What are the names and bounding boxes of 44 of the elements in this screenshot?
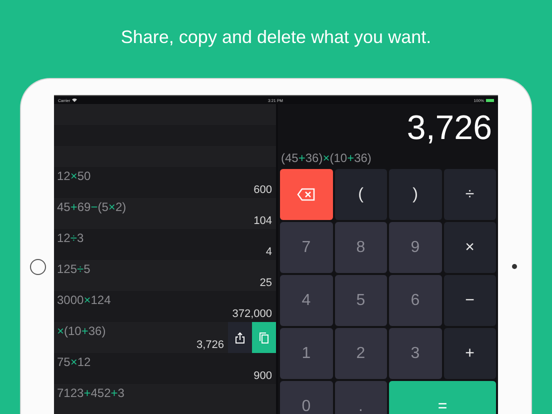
history-result: 3,726: [195, 339, 224, 351]
history-expression: 45+69−(5×2): [57, 200, 128, 214]
history-expression: 12×50: [57, 169, 92, 183]
share-button[interactable]: [228, 322, 252, 353]
history-expression: 7123+452+3: [57, 386, 126, 400]
history-expression: 12÷3: [57, 231, 85, 245]
battery-icon: [486, 98, 494, 102]
digit-key[interactable]: 5: [334, 275, 387, 326]
equals-key[interactable]: =: [389, 381, 496, 414]
op-key[interactable]: −: [444, 275, 496, 326]
copy-icon: [259, 332, 269, 344]
digit-key[interactable]: 2: [334, 328, 387, 379]
wifi-icon: [72, 98, 78, 102]
op-key[interactable]: +: [444, 328, 496, 379]
history-expression: 3000×124: [57, 293, 112, 307]
op-key[interactable]: ÷: [444, 169, 496, 220]
camera-dot: [512, 264, 517, 269]
share-icon: [235, 332, 245, 344]
digit-key[interactable]: .: [334, 381, 387, 414]
digit-key[interactable]: 1: [280, 328, 332, 379]
digit-key[interactable]: 0: [280, 381, 332, 414]
history-expression: 75×12: [57, 355, 92, 369]
digit-key[interactable]: 3: [389, 328, 442, 379]
history-result: 104: [252, 215, 272, 227]
expression-display: (45+36)×(10+36): [280, 151, 372, 167]
digit-key[interactable]: 4: [280, 275, 332, 326]
history-result: 900: [252, 370, 272, 382]
digit-key[interactable]: 7: [280, 222, 332, 273]
digit-key[interactable]: 6: [389, 275, 442, 326]
history-result: 600: [252, 184, 272, 196]
result-display: 3,726: [406, 108, 493, 149]
history-expression: 125÷5: [57, 262, 92, 276]
backspace-icon: [297, 188, 316, 201]
op-key[interactable]: ×: [444, 222, 496, 273]
headline: Share, copy and delete what you want.: [120, 26, 432, 48]
paren-key[interactable]: (: [334, 169, 387, 220]
backspace-key[interactable]: [280, 169, 332, 220]
history-result: 25: [258, 277, 272, 289]
history-expression: ×(10+36): [57, 324, 107, 338]
paren-key[interactable]: ): [389, 169, 442, 220]
history-result: 4: [264, 246, 272, 258]
history-result: 372,000: [231, 308, 272, 320]
digit-key[interactable]: 8: [334, 222, 387, 273]
digit-key[interactable]: 9: [389, 222, 442, 273]
